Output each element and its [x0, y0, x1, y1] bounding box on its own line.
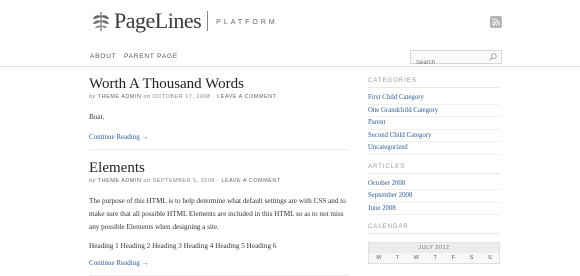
category-link[interactable]: Uncategorized	[368, 142, 500, 155]
articles-heading: ARTICLES	[368, 164, 500, 174]
calendar-weekdays: M T W T F S S	[369, 253, 499, 263]
post: Elements by THEME ADMIN on SEPTEMBER 5, …	[89, 160, 349, 276]
category-link[interactable]: Parent	[368, 117, 500, 130]
main-content: Worth A Thousand Words by THEME ADMIN on…	[89, 66, 349, 276]
leave-comment-link[interactable]: LEAVE A COMMENT	[217, 94, 276, 100]
post-date: OCTOBER 17, 2008	[152, 94, 211, 100]
post-author-link[interactable]: THEME ADMIN	[98, 94, 142, 100]
weekday-label: T	[433, 255, 437, 261]
post: Worth A Thousand Words by THEME ADMIN on…	[89, 76, 349, 150]
weekday-label: S	[469, 255, 474, 261]
archive-link[interactable]: June 2008	[368, 203, 500, 215]
articles-list: October 2008 September 2008 June 2008	[368, 178, 500, 215]
categories-heading: CATEGORIES	[368, 78, 500, 88]
leave-comment-link[interactable]: LEAVE A COMMENT	[221, 178, 280, 184]
site-logo[interactable]: PageLines PLATFORM	[90, 8, 278, 34]
logo-tagline: PLATFORM	[216, 18, 278, 26]
post-excerpt: Boat.	[89, 113, 105, 121]
meta-by: by	[89, 178, 96, 184]
weekday-label: S	[487, 255, 492, 261]
rss-feed-button[interactable]	[490, 16, 502, 28]
calendar-widget: JULY 2012 M T W T F S S	[368, 242, 500, 264]
post-author-link[interactable]: THEME ADMIN	[98, 178, 142, 184]
meta-separator: ·	[216, 178, 220, 184]
meta-on: on	[143, 178, 151, 184]
search-icon[interactable]	[488, 52, 498, 62]
category-link[interactable]: First Child Category	[368, 92, 500, 105]
nav-item-about[interactable]: ABOUT	[90, 53, 116, 60]
weekday-label: M	[376, 255, 381, 261]
post-divider	[89, 149, 349, 150]
rss-icon	[492, 18, 500, 26]
post-meta: by THEME ADMIN on OCTOBER 17, 2008 · LEA…	[89, 94, 349, 100]
calendar-caption: JULY 2012	[369, 243, 499, 253]
leaf-logo-icon	[93, 12, 109, 32]
post-excerpt: The purpose of this HTML is to help dete…	[89, 197, 346, 231]
categories-list: First Child Category One Grandchild Cate…	[368, 92, 500, 155]
nav-item-parent-page[interactable]: PARENT PAGE	[124, 53, 178, 60]
post-title[interactable]: Worth A Thousand Words	[89, 76, 349, 92]
archive-link[interactable]: October 2008	[368, 178, 500, 190]
post-meta: by THEME ADMIN on SEPTEMBER 5, 2008 · LE…	[89, 178, 349, 184]
category-link[interactable]: Second Child Category	[368, 130, 500, 142]
meta-on: on	[143, 94, 151, 100]
site-header: PageLines PLATFORM	[0, 0, 580, 48]
weekday-label: W	[413, 255, 419, 261]
search-input[interactable]	[411, 57, 486, 69]
continue-reading-link[interactable]: Continue Reading →	[89, 133, 349, 141]
archive-link[interactable]: September 2008	[368, 190, 500, 203]
calendar-heading: CALENDAR	[368, 224, 500, 234]
post-date: SEPTEMBER 5, 2008	[152, 178, 215, 184]
logo-text: PageLines	[114, 8, 202, 33]
meta-separator: ·	[212, 94, 216, 100]
weekday-label: F	[451, 255, 455, 261]
search-box	[410, 50, 502, 69]
post-headings: Heading 1 Heading 2 Heading 3 Heading 4 …	[89, 242, 277, 250]
category-link[interactable]: One Grandchild Category	[368, 105, 500, 117]
weekday-label: T	[395, 255, 399, 261]
continue-reading-link[interactable]: Continue Reading →	[89, 259, 349, 267]
sidebar: CATEGORIES First Child Category One Gran…	[368, 78, 500, 264]
logo-divider	[207, 11, 209, 31]
post-title[interactable]: Elements	[89, 160, 349, 176]
meta-by: by	[89, 94, 96, 100]
